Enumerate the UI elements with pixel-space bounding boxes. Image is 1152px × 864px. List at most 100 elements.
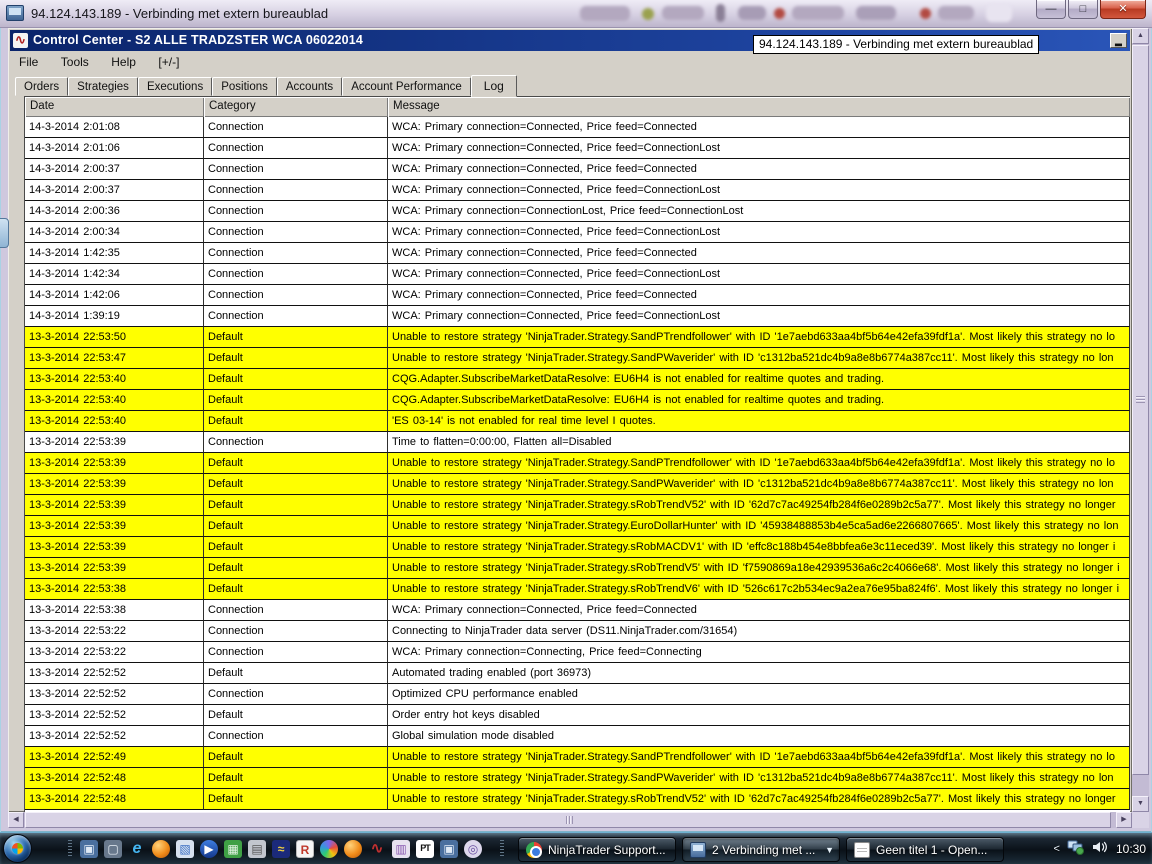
taskbutton-ninjatrader-support[interactable]: NinjaTrader Support...: [518, 837, 676, 862]
log-row[interactable]: 13-3-2014 22:53:39 Connection Time to flat…: [25, 432, 1130, 453]
vmware-icon[interactable]: ▦: [224, 840, 242, 858]
log-row[interactable]: 14-3-2014 2:00:37 Connection WCA: Primary …: [25, 180, 1130, 201]
rdp-close-button[interactable]: ✕: [1100, 0, 1146, 19]
vertical-scroll-thumb[interactable]: [1132, 45, 1149, 775]
log-row[interactable]: 13-3-2014 22:53:39 Default Unable to resto…: [25, 558, 1130, 579]
taskbar-grip[interactable]: [68, 840, 72, 858]
trading-app-icon[interactable]: ≈: [272, 840, 290, 858]
host-tab-blob: [792, 6, 844, 20]
log-date-cell: 13-3-2014 22:53:40: [25, 411, 204, 432]
log-row[interactable]: 14-3-2014 2:00:37 Connection WCA: Primary …: [25, 159, 1130, 180]
log-category-cell: Connection: [204, 285, 388, 306]
log-date-cell: 13-3-2014 22:53:22: [25, 621, 204, 642]
tab-orders[interactable]: Orders: [15, 77, 69, 96]
network-icon[interactable]: [1067, 839, 1085, 860]
log-row[interactable]: 13-3-2014 22:53:39 Default Unable to resto…: [25, 495, 1130, 516]
log-row[interactable]: 13-3-2014 22:53:40 Default CQG.Adapter.Sub…: [25, 390, 1130, 411]
menu-tools[interactable]: Tools: [52, 51, 98, 74]
taskbar-grip[interactable]: [500, 840, 504, 858]
r-project-icon[interactable]: R: [296, 840, 314, 858]
log-row[interactable]: 13-3-2014 22:53:47 Default Unable to resto…: [25, 348, 1130, 369]
remote-desktop-icon[interactable]: ▣: [80, 840, 98, 858]
log-row[interactable]: 13-3-2014 22:52:52 Connection Optimized CP…: [25, 684, 1130, 705]
taskbar-clock[interactable]: 10:30: [1116, 842, 1146, 856]
scroll-left-arrow[interactable]: ◀: [8, 812, 24, 828]
log-row[interactable]: 13-3-2014 22:53:39 Default Unable to resto…: [25, 537, 1130, 558]
log-row[interactable]: 13-3-2014 22:53:38 Connection WCA: Primary…: [25, 600, 1130, 621]
log-row[interactable]: 14-3-2014 2:01:08 Connection WCA: Primary …: [25, 117, 1130, 138]
show-desktop-icon[interactable]: ▢: [104, 840, 122, 858]
log-row[interactable]: 13-3-2014 22:53:39 Default Unable to resto…: [25, 474, 1130, 495]
tray-collapse-arrow[interactable]: <: [1054, 843, 1060, 855]
log-row[interactable]: 13-3-2014 22:53:50 Default Unable to resto…: [25, 327, 1130, 348]
rdp-maximize-button[interactable]: □: [1068, 0, 1098, 19]
remote-desktop-2-icon[interactable]: ▣: [440, 840, 458, 858]
tab-account-performance[interactable]: Account Performance: [342, 77, 471, 96]
host-tab-blob: [580, 6, 630, 21]
chrome-ball-icon[interactable]: [344, 840, 362, 858]
media-player-icon[interactable]: ▶: [200, 840, 218, 858]
tab-log[interactable]: Log: [470, 75, 517, 97]
scroll-right-arrow[interactable]: ▶: [1116, 812, 1132, 828]
taskbutton-verbinding-group[interactable]: 2 Verbinding met ... ▼: [682, 837, 840, 862]
log-row[interactable]: 13-3-2014 22:52:52 Default Automated tradi…: [25, 663, 1130, 684]
utorrent-icon[interactable]: ◎: [464, 840, 482, 858]
horizontal-scrollbar[interactable]: ◀ ▶: [8, 812, 1132, 828]
log-row[interactable]: 14-3-2014 2:01:06 Connection WCA: Primary …: [25, 138, 1130, 159]
tab-positions[interactable]: Positions: [212, 77, 277, 96]
column-header-category[interactable]: Category: [204, 97, 388, 117]
horizontal-scroll-thumb[interactable]: [25, 812, 1111, 828]
tab-executions[interactable]: Executions: [137, 77, 213, 96]
log-message-cell: Order entry hot keys disabled: [388, 705, 1130, 726]
winrar-icon[interactable]: ▥: [392, 840, 410, 858]
log-row[interactable]: 13-3-2014 22:53:39 Default Unable to resto…: [25, 453, 1130, 474]
window-minimize-button[interactable]: ▂: [1110, 33, 1127, 48]
menu-expand-collapse[interactable]: [+/-]: [149, 51, 188, 74]
column-header-message[interactable]: Message: [388, 97, 1130, 117]
rdp-connection-bar-tab[interactable]: [0, 218, 9, 248]
scroll-up-arrow[interactable]: ▲: [1132, 28, 1149, 44]
log-date-cell: 14-3-2014 2:00:36: [25, 201, 204, 222]
log-row[interactable]: 13-3-2014 22:53:39 Default Unable to resto…: [25, 516, 1130, 537]
chrome-icon[interactable]: [152, 840, 170, 858]
log-row[interactable]: 13-3-2014 22:53:22 Connection Connecting t…: [25, 621, 1130, 642]
log-message-cell: Optimized CPU performance enabled: [388, 684, 1130, 705]
log-row[interactable]: 13-3-2014 22:53:40 Default CQG.Adapter.Sub…: [25, 369, 1130, 390]
vertical-scrollbar[interactable]: ▲ ▼: [1132, 28, 1149, 812]
log-row[interactable]: 13-3-2014 22:53:38 Default Unable to resto…: [25, 579, 1130, 600]
ninjatrader-icon[interactable]: ∿: [368, 840, 386, 858]
pt-tool-icon[interactable]: PT: [416, 840, 434, 858]
log-row[interactable]: 14-3-2014 2:00:36 Connection WCA: Primary …: [25, 201, 1130, 222]
menu-file[interactable]: File: [10, 51, 47, 74]
scroll-down-arrow[interactable]: ▼: [1132, 796, 1149, 812]
rdp-minimize-button[interactable]: —: [1036, 0, 1066, 19]
volume-icon[interactable]: [1092, 839, 1109, 860]
start-button[interactable]: [3, 834, 32, 863]
log-row[interactable]: 14-3-2014 2:00:34 Connection WCA: Primary …: [25, 222, 1130, 243]
log-row[interactable]: 13-3-2014 22:52:49 Default Unable to resto…: [25, 747, 1130, 768]
menu-help[interactable]: Help: [102, 51, 145, 74]
log-category-cell: Default: [204, 789, 388, 810]
log-row[interactable]: 13-3-2014 22:52:52 Connection Global simul…: [25, 726, 1130, 747]
group-dropdown-arrow[interactable]: ▼: [825, 845, 834, 855]
log-row[interactable]: 13-3-2014 22:52:48 Default Unable to resto…: [25, 768, 1130, 789]
log-row[interactable]: 13-3-2014 22:53:22 Connection WCA: Primary…: [25, 642, 1130, 663]
log-category-cell: Default: [204, 327, 388, 348]
log-row[interactable]: 14-3-2014 1:42:06 Connection WCA: Primary …: [25, 285, 1130, 306]
log-row[interactable]: 13-3-2014 22:52:48 Default Unable to resto…: [25, 789, 1130, 810]
log-category-cell: Default: [204, 369, 388, 390]
taskbutton-openoffice[interactable]: Geen titel 1 - Open...: [846, 837, 1004, 862]
log-row[interactable]: 13-3-2014 22:53:40 Default 'ES 03-14' is n…: [25, 411, 1130, 432]
internet-explorer-icon[interactable]: e: [128, 840, 146, 858]
log-row[interactable]: 14-3-2014 1:42:35 Connection WCA: Primary …: [25, 243, 1130, 264]
log-row[interactable]: 14-3-2014 1:42:34 Connection WCA: Primary …: [25, 264, 1130, 285]
menu-bar: File Tools Help [+/-]: [10, 51, 1130, 74]
explorer-icon[interactable]: ▧: [176, 840, 194, 858]
tab-strategies[interactable]: Strategies: [68, 77, 138, 96]
log-row[interactable]: 13-3-2014 22:52:52 Default Order entry hot…: [25, 705, 1130, 726]
tab-accounts[interactable]: Accounts: [276, 77, 343, 96]
fax-printer-icon[interactable]: ▤: [248, 840, 266, 858]
log-row[interactable]: 14-3-2014 1:39:19 Connection WCA: Primary …: [25, 306, 1130, 327]
column-header-date[interactable]: Date: [25, 97, 204, 117]
picasa-icon[interactable]: [320, 840, 338, 858]
